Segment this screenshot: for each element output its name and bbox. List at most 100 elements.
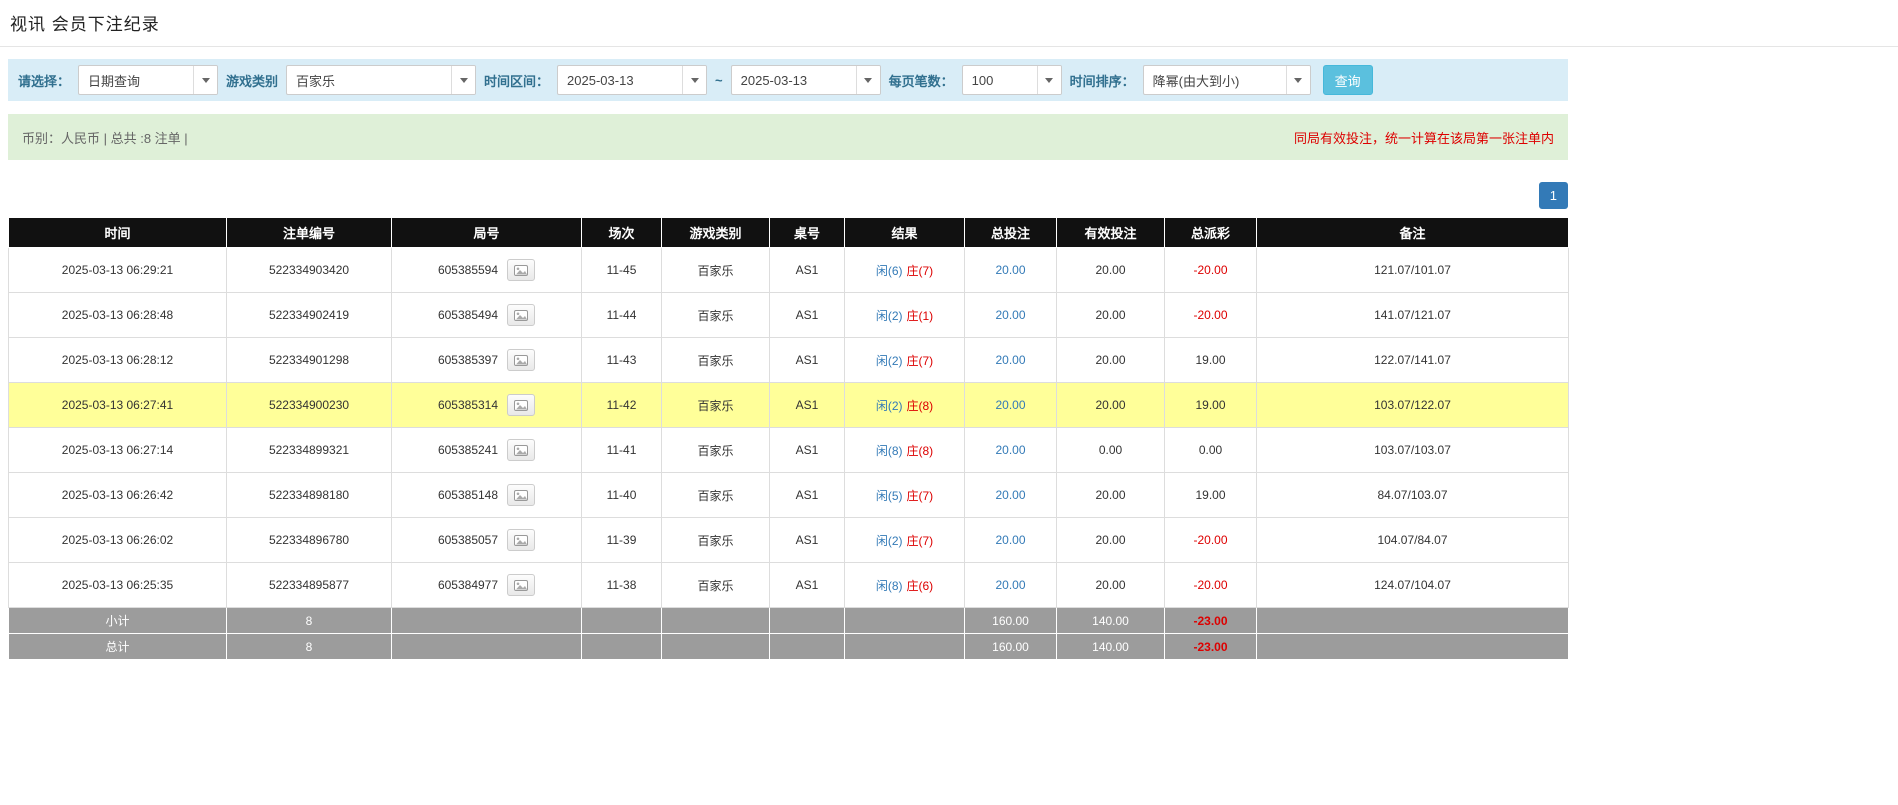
player-result: 闲(8) (876, 579, 903, 593)
grand-total-valid-bet: 140.00 (1057, 634, 1165, 660)
cell-table-no: AS1 (770, 293, 845, 338)
date-to-select[interactable]: 2025-03-13 (731, 65, 881, 95)
cell-valid-bet: 20.00 (1057, 473, 1165, 518)
replay-button[interactable] (507, 529, 535, 551)
search-button[interactable]: 查询 (1323, 65, 1373, 95)
cell-game-category: 百家乐 (662, 248, 770, 293)
cell-result: 闲(5)庄(7) (845, 473, 965, 518)
sort-order-label: 时间排序： (1070, 71, 1135, 90)
replay-button[interactable] (507, 349, 535, 371)
cell-table-no: AS1 (770, 473, 845, 518)
column-header-note: 备注 (1257, 218, 1569, 248)
column-header-payout: 总派彩 (1165, 218, 1257, 248)
chevron-down-icon (451, 66, 475, 94)
player-result: 闲(2) (876, 354, 903, 368)
table-row: 2025-03-13 06:27:14 522334899321 6053852… (9, 428, 1569, 473)
query-type-select[interactable]: 日期查询 (78, 65, 218, 95)
round-id-text: 605385057 (438, 533, 498, 547)
chevron-down-icon (193, 66, 217, 94)
cell-total-bet: 20.00 (965, 248, 1057, 293)
cell-result: 闲(2)庄(7) (845, 338, 965, 383)
game-category-value: 百家乐 (287, 71, 344, 90)
cell-time: 2025-03-13 06:25:35 (9, 563, 227, 608)
cell-bet-id: 522334903420 (227, 248, 392, 293)
cell-session: 11-39 (582, 518, 662, 563)
cell-round-id: 605385057 (392, 518, 582, 563)
query-type-label: 请选择： (18, 71, 70, 90)
cell-game-category: 百家乐 (662, 383, 770, 428)
page-size-value: 100 (963, 73, 1003, 88)
cell-round-id: 605385148 (392, 473, 582, 518)
date-from-select[interactable]: 2025-03-13 (557, 65, 707, 95)
grand-total-label: 总计 (9, 634, 227, 660)
cell-valid-bet: 20.00 (1057, 563, 1165, 608)
cell-round-id: 605385314 (392, 383, 582, 428)
date-from-value: 2025-03-13 (558, 73, 643, 88)
replay-button[interactable] (507, 259, 535, 281)
replay-button[interactable] (507, 394, 535, 416)
cell-note: 103.07/103.07 (1257, 428, 1569, 473)
player-result: 闲(8) (876, 444, 903, 458)
cell-time: 2025-03-13 06:29:21 (9, 248, 227, 293)
cell-note: 103.07/122.07 (1257, 383, 1569, 428)
cell-payout: -20.00 (1165, 293, 1257, 338)
cell-time: 2025-03-13 06:28:48 (9, 293, 227, 338)
banker-result: 庄(7) (907, 489, 934, 503)
replay-button[interactable] (507, 439, 535, 461)
cell-total-bet: 20.00 (965, 293, 1057, 338)
banker-result: 庄(6) (907, 579, 934, 593)
cell-total-bet: 20.00 (965, 563, 1057, 608)
empty-cell (770, 608, 845, 634)
cell-total-bet: 20.00 (965, 428, 1057, 473)
replay-button[interactable] (507, 304, 535, 326)
cell-total-bet: 20.00 (965, 518, 1057, 563)
grand-total-total-bet: 160.00 (965, 634, 1057, 660)
cell-session: 11-40 (582, 473, 662, 518)
subtotal-payout: -23.00 (1165, 608, 1257, 634)
column-header-total-bet: 总投注 (965, 218, 1057, 248)
range-separator: ~ (715, 73, 723, 88)
table-row: 2025-03-13 06:27:41 522334900230 6053853… (9, 383, 1569, 428)
cell-result: 闲(2)庄(7) (845, 518, 965, 563)
replay-button[interactable] (507, 484, 535, 506)
cell-result: 闲(8)庄(8) (845, 428, 965, 473)
cell-game-category: 百家乐 (662, 518, 770, 563)
replay-button[interactable] (507, 574, 535, 596)
cell-game-category: 百家乐 (662, 428, 770, 473)
cell-table-no: AS1 (770, 383, 845, 428)
video-replay-icon (514, 535, 528, 546)
cell-payout: -20.00 (1165, 248, 1257, 293)
page-button-1[interactable]: 1 (1539, 182, 1568, 209)
cell-round-id: 605385594 (392, 248, 582, 293)
cell-bet-id: 522334899321 (227, 428, 392, 473)
empty-cell (392, 634, 582, 660)
cell-valid-bet: 20.00 (1057, 338, 1165, 383)
chevron-down-icon (1037, 66, 1061, 94)
column-header-game-category: 游戏类别 (662, 218, 770, 248)
cell-result: 闲(8) 庄(6) (845, 563, 965, 608)
cell-time: 2025-03-13 06:27:14 (9, 428, 227, 473)
video-replay-icon (514, 490, 528, 501)
round-id-text: 605385314 (438, 398, 498, 412)
video-replay-icon (514, 580, 528, 591)
cell-payout: 19.00 (1165, 383, 1257, 428)
game-category-label: 游戏类别 (226, 71, 278, 90)
empty-cell (582, 608, 662, 634)
player-result: 闲(6) (876, 264, 903, 278)
empty-cell (392, 608, 582, 634)
cell-round-id: 605385241 (392, 428, 582, 473)
round-id-text: 605385594 (438, 263, 498, 277)
grand-total-payout: -23.00 (1165, 634, 1257, 660)
subtotal-count: 8 (227, 608, 392, 634)
player-result: 闲(2) (876, 534, 903, 548)
page-size-select[interactable]: 100 (962, 65, 1062, 95)
game-category-select[interactable]: 百家乐 (286, 65, 476, 95)
table-row: 2025-03-13 06:28:12 522334901298 6053853… (9, 338, 1569, 383)
cell-session: 11-41 (582, 428, 662, 473)
page-size-label: 每页笔数： (889, 71, 954, 90)
column-header-round-id: 局号 (392, 218, 582, 248)
sort-order-select[interactable]: 降幂(由大到小) (1143, 65, 1311, 95)
round-id-text: 605385494 (438, 308, 498, 322)
cell-bet-id: 522334898180 (227, 473, 392, 518)
chevron-down-icon (1286, 66, 1310, 94)
